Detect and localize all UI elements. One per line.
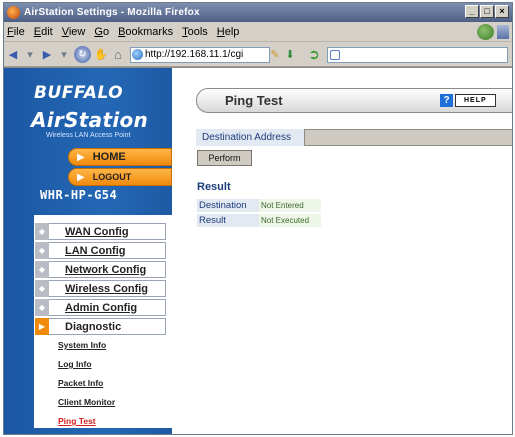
airstation-logo: AirStation <box>31 108 149 132</box>
close-button[interactable]: × <box>495 5 509 18</box>
menu-help[interactable]: Help <box>216 26 241 38</box>
menu-bullet-icon: ◆ <box>35 223 49 240</box>
result-key: Destination <box>197 199 259 212</box>
menu-file[interactable]: File <box>6 26 26 38</box>
main-content: Ping Test ? HELP Destination Address Per… <box>172 68 512 434</box>
menu-bar: File Edit View Go Bookmarks Tools Help <box>4 22 512 42</box>
result-value: Not Entered <box>259 199 321 212</box>
logout-arrow-icon: ▶ <box>77 171 85 183</box>
minimize-button[interactable]: _ <box>465 5 479 18</box>
buffalo-logo: BUFFALO <box>34 83 124 103</box>
sidebar-item-wan-config[interactable]: ◆ WAN Config <box>35 223 166 240</box>
logout-label: LOGOUT <box>92 172 132 182</box>
menu-go[interactable]: Go <box>93 26 110 38</box>
sidebar-item-wireless-config[interactable]: ◆ Wireless Config <box>35 280 166 297</box>
home-arrow-icon: ▶ <box>77 151 85 163</box>
menu-bookmarks[interactable]: Bookmarks <box>117 26 174 38</box>
sublink-system-info[interactable]: System Info <box>58 340 106 350</box>
sidebar: BUFFALO AirStation Wireless LAN Access P… <box>4 68 172 434</box>
perform-button[interactable]: Perform <box>197 150 252 166</box>
home-label: HOME <box>92 151 126 163</box>
menu-bullet-icon: ◆ <box>35 280 49 297</box>
bookmark-icon[interactable]: ✎ <box>270 48 280 62</box>
navigation-toolbar: ◀ ▾ ▶ ▾ ↻ ✋ ⌂ http://192.168.11.1/cgi ✎ … <box>4 43 512 67</box>
sidebar-item-diagnostic[interactable]: ▶ Diagnostic <box>35 318 166 335</box>
menu-bullet-icon: ▶ <box>35 318 49 335</box>
sidebar-item-network-config[interactable]: ◆ Network Config <box>35 261 166 278</box>
forward-icon[interactable]: ▶ <box>40 48 54 62</box>
sublink-log-info[interactable]: Log Info <box>58 359 92 369</box>
url-bar[interactable]: http://192.168.11.1/cgi <box>130 46 270 63</box>
result-heading: Result <box>197 181 231 193</box>
url-text: http://192.168.11.1/cgi <box>145 49 244 60</box>
throbber-icon <box>477 24 494 40</box>
back-icon[interactable]: ◀ <box>6 48 20 62</box>
menu-view[interactable]: View <box>61 26 87 38</box>
help-button[interactable]: ? HELP <box>440 93 496 107</box>
result-key: Result <box>197 214 259 227</box>
help-question-icon: ? <box>440 93 453 107</box>
sidebar-item-admin-config[interactable]: ◆ Admin Config <box>35 299 166 316</box>
search-box[interactable] <box>327 46 508 63</box>
maximize-button[interactable]: □ <box>480 5 494 18</box>
title-bar: AirStation Settings - Mozilla Firefox _ … <box>4 3 512 22</box>
browser-window: AirStation Settings - Mozilla Firefox _ … <box>3 2 513 435</box>
home-icon[interactable]: ⌂ <box>111 47 125 62</box>
destination-address-label: Destination Address <box>196 129 304 146</box>
dropdown-arrow-icon[interactable]: ⬇ <box>283 48 297 62</box>
result-row-destination: Destination Not Entered <box>197 199 321 212</box>
sublink-client-monitor[interactable]: Client Monitor <box>58 397 115 407</box>
reload-icon[interactable]: ↻ <box>74 46 91 63</box>
toolbar-grip-icon <box>497 25 509 39</box>
result-value: Not Executed <box>259 214 321 227</box>
menu-tools[interactable]: Tools <box>181 26 209 38</box>
page-content: BUFFALO AirStation Wireless LAN Access P… <box>4 67 512 434</box>
menu-bullet-icon: ◆ <box>35 242 49 259</box>
sidebar-item-lan-config[interactable]: ◆ LAN Config <box>35 242 166 259</box>
product-tagline: Wireless LAN Access Point <box>46 132 131 139</box>
search-engine-icon <box>330 49 340 60</box>
go-icon[interactable]: ➲ <box>304 46 324 64</box>
stop-icon[interactable]: ✋ <box>94 48 108 62</box>
destination-address-input[interactable] <box>304 129 512 146</box>
menu-bullet-icon: ◆ <box>35 299 49 316</box>
menu-bullet-icon: ◆ <box>35 261 49 278</box>
forward-dropdown-icon[interactable]: ▾ <box>57 48 71 62</box>
model-name: WHR-HP-G54 <box>40 188 118 202</box>
window-controls: _ □ × <box>465 5 509 18</box>
firefox-icon <box>7 6 20 19</box>
menu-edit[interactable]: Edit <box>33 26 54 38</box>
help-label: HELP <box>455 93 496 107</box>
page-globe-icon <box>132 49 143 60</box>
home-button[interactable]: ▶ HOME <box>68 148 172 166</box>
back-dropdown-icon[interactable]: ▾ <box>23 48 37 62</box>
window-title: AirStation Settings - Mozilla Firefox <box>24 7 200 18</box>
sublink-packet-info[interactable]: Packet Info <box>58 378 103 388</box>
logout-button[interactable]: ▶ LOGOUT <box>68 168 172 186</box>
sublink-ping-test[interactable]: Ping Test <box>58 416 96 426</box>
result-row-result: Result Not Executed <box>197 214 321 227</box>
destination-address-row: Destination Address <box>196 129 512 146</box>
